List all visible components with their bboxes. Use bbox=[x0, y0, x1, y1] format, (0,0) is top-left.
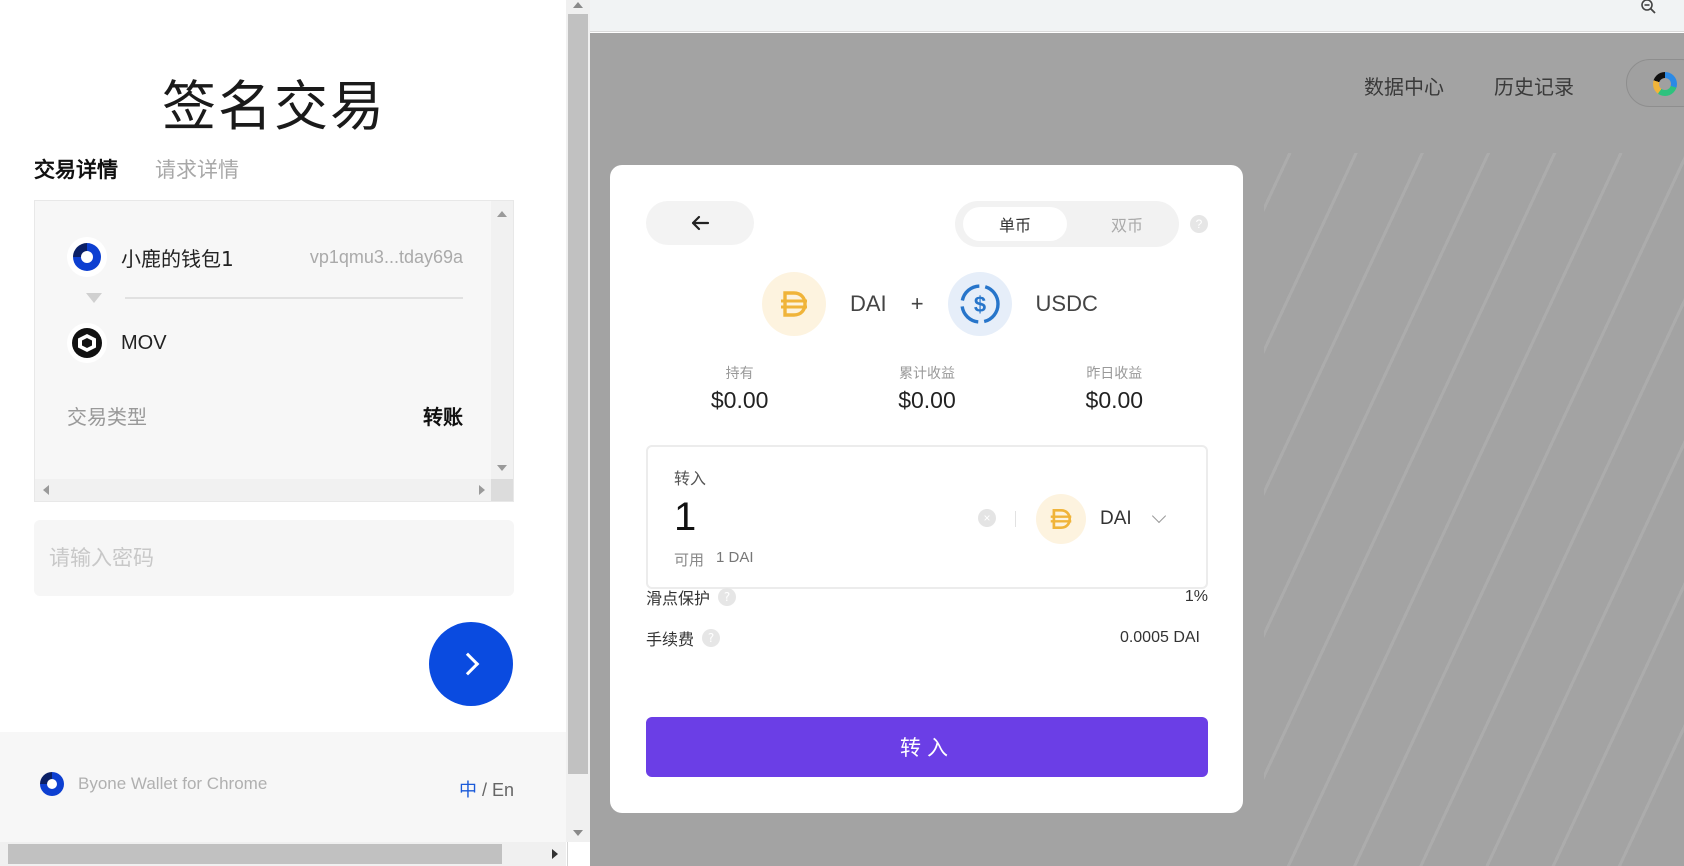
mode-help-icon[interactable]: ? bbox=[1190, 215, 1208, 233]
scroll-down-icon[interactable] bbox=[497, 465, 507, 471]
tx-type-value: 转账 bbox=[423, 405, 463, 429]
zoom-out-icon[interactable] bbox=[1640, 0, 1658, 18]
lang-separator: / bbox=[476, 780, 492, 800]
byone-logo-icon bbox=[73, 243, 101, 271]
amount-input[interactable]: 1 bbox=[674, 495, 696, 540]
panel-horizontal-scrollbar[interactable] bbox=[35, 479, 493, 501]
slippage-row: 滑点保护 ? 1% bbox=[646, 585, 1208, 609]
token-avatar bbox=[67, 323, 107, 363]
from-row: 小鹿的钱包1 vp1qmu3...tday69a bbox=[67, 237, 463, 277]
token-name: MOV bbox=[121, 331, 167, 354]
stat-label: 昨日收益 bbox=[1086, 366, 1143, 382]
token-b-label: USDC bbox=[1035, 291, 1098, 316]
fee-value: 0.0005 DAI bbox=[1119, 629, 1200, 646]
divider bbox=[125, 297, 463, 299]
nav-data-center[interactable]: 数据中心 bbox=[1364, 71, 1444, 100]
popup-vertical-scrollbar[interactable] bbox=[566, 0, 590, 842]
deposit-submit-button[interactable]: 转入 bbox=[646, 717, 1208, 777]
usdc-icon: $ bbox=[947, 272, 1012, 336]
wallet-connect-button[interactable] bbox=[1626, 59, 1684, 107]
wallet-avatar bbox=[67, 237, 107, 277]
fee-label: 手续费 bbox=[646, 630, 695, 649]
wallet-footer: Byone Wallet for Chrome 中 / En bbox=[0, 732, 566, 842]
stat-value: $0.00 bbox=[1085, 387, 1144, 413]
mode-toggle: 单币 双币 bbox=[955, 201, 1179, 247]
svg-text:$: $ bbox=[973, 292, 985, 317]
tab-transaction-details[interactable]: 交易详情 bbox=[34, 154, 118, 184]
scroll-right-icon[interactable] bbox=[479, 485, 485, 495]
stat-value: $0.00 bbox=[898, 387, 956, 413]
wallet-logo-icon bbox=[1653, 72, 1677, 96]
byone-logo-icon bbox=[40, 772, 64, 796]
fee-row: 手续费 ? 0.0005 DAI bbox=[646, 626, 1208, 650]
deposit-card: 单币 双币 ? DAI + $ USDC 持有 $0.00 累计收益 $0.00… bbox=[610, 165, 1243, 813]
tab-bar: 交易详情 请求详情 bbox=[34, 154, 239, 184]
browser-toolbar bbox=[590, 0, 1684, 32]
mode-double-option[interactable]: 双币 bbox=[1083, 207, 1171, 241]
fee-help-icon[interactable]: ? bbox=[702, 629, 721, 647]
stat-yesterday-earnings: 昨日收益 $0.00 bbox=[1086, 363, 1144, 414]
slippage-help-icon[interactable]: ? bbox=[718, 588, 737, 606]
page-title: 签名交易 bbox=[162, 75, 386, 138]
pair-plus: + bbox=[910, 291, 924, 316]
transaction-details-panel: 小鹿的钱包1 vp1qmu3...tday69a MOV 交易类型 转账 bbox=[34, 200, 514, 502]
available-label: 可用 bbox=[674, 551, 705, 569]
arrow-left-icon bbox=[691, 215, 710, 231]
scroll-up-icon[interactable] bbox=[497, 211, 507, 217]
popup-horizontal-scrollbar[interactable] bbox=[0, 842, 566, 866]
tx-type-label: 交易类型 bbox=[67, 405, 147, 429]
slippage-value: 1% bbox=[1184, 588, 1208, 605]
stat-value: $0.00 bbox=[710, 387, 769, 413]
password-input[interactable] bbox=[34, 520, 514, 596]
wallet-address: vp1qmu3...tday69a bbox=[309, 246, 463, 267]
scroll-right-icon[interactable] bbox=[552, 849, 558, 859]
divider bbox=[1015, 511, 1016, 527]
back-button[interactable] bbox=[646, 201, 754, 245]
scroll-corner bbox=[491, 479, 513, 501]
tab-request-details[interactable]: 请求详情 bbox=[155, 154, 239, 184]
dai-icon bbox=[1036, 494, 1086, 544]
scrollbar-thumb[interactable] bbox=[568, 14, 588, 774]
wallet-popup: 签名交易 交易详情 请求详情 小鹿的钱包1 vp1qmu3...tday69a bbox=[0, 0, 590, 866]
scrollbar-thumb[interactable] bbox=[8, 844, 502, 864]
to-row: MOV bbox=[67, 323, 167, 363]
lang-zh[interactable]: 中 bbox=[459, 780, 477, 800]
deposit-label: 转入 bbox=[674, 469, 707, 488]
stat-cumulative-earnings: 累计收益 $0.00 bbox=[898, 363, 956, 414]
mode-single-option[interactable]: 单币 bbox=[963, 207, 1067, 241]
token-a-label: DAI bbox=[850, 291, 887, 316]
token-selector[interactable]: DAI bbox=[1036, 493, 1166, 545]
dapp-page: 数据中心 历史记录 单币 双币 ? DAI + $ USDC 持有 $0.00 … bbox=[590, 33, 1684, 866]
stats-row: 持有 $0.00 累计收益 $0.00 昨日收益 $0.00 bbox=[646, 363, 1208, 414]
stat-holding: 持有 $0.00 bbox=[711, 363, 769, 414]
panel-vertical-scrollbar[interactable] bbox=[491, 201, 513, 481]
scroll-down-icon[interactable] bbox=[573, 830, 583, 836]
chevron-down-icon bbox=[1151, 508, 1166, 524]
dai-icon bbox=[762, 272, 826, 336]
chevron-right-icon bbox=[456, 652, 480, 676]
mov-token-icon bbox=[72, 328, 102, 358]
stat-label: 持有 bbox=[725, 366, 754, 382]
nav-history[interactable]: 历史记录 bbox=[1494, 71, 1574, 100]
selected-token: DAI bbox=[1100, 508, 1132, 529]
footer-brand: Byone Wallet for Chrome bbox=[78, 774, 268, 793]
scroll-left-icon[interactable] bbox=[43, 485, 49, 495]
deposit-input-box: 转入 1 可用 1 DAI × DAI bbox=[646, 445, 1208, 589]
tx-type-row: 交易类型 转账 bbox=[67, 401, 463, 430]
next-button[interactable] bbox=[429, 622, 513, 706]
token-pair: DAI + $ USDC bbox=[762, 271, 1098, 337]
language-switch: 中 / En bbox=[459, 776, 514, 802]
available-value: 1 DAI bbox=[716, 549, 754, 566]
caret-down-icon bbox=[86, 293, 102, 303]
screen: 签名交易 交易详情 请求详情 小鹿的钱包1 vp1qmu3...tday69a bbox=[0, 0, 1684, 866]
slippage-label: 滑点保护 bbox=[646, 589, 711, 608]
background-decoration bbox=[1264, 153, 1684, 866]
scroll-up-icon[interactable] bbox=[573, 2, 583, 8]
stat-label: 累计收益 bbox=[898, 366, 955, 382]
clear-icon[interactable]: × bbox=[978, 509, 996, 527]
wallet-name: 小鹿的钱包1 bbox=[121, 246, 234, 271]
lang-en[interactable]: En bbox=[492, 780, 514, 800]
